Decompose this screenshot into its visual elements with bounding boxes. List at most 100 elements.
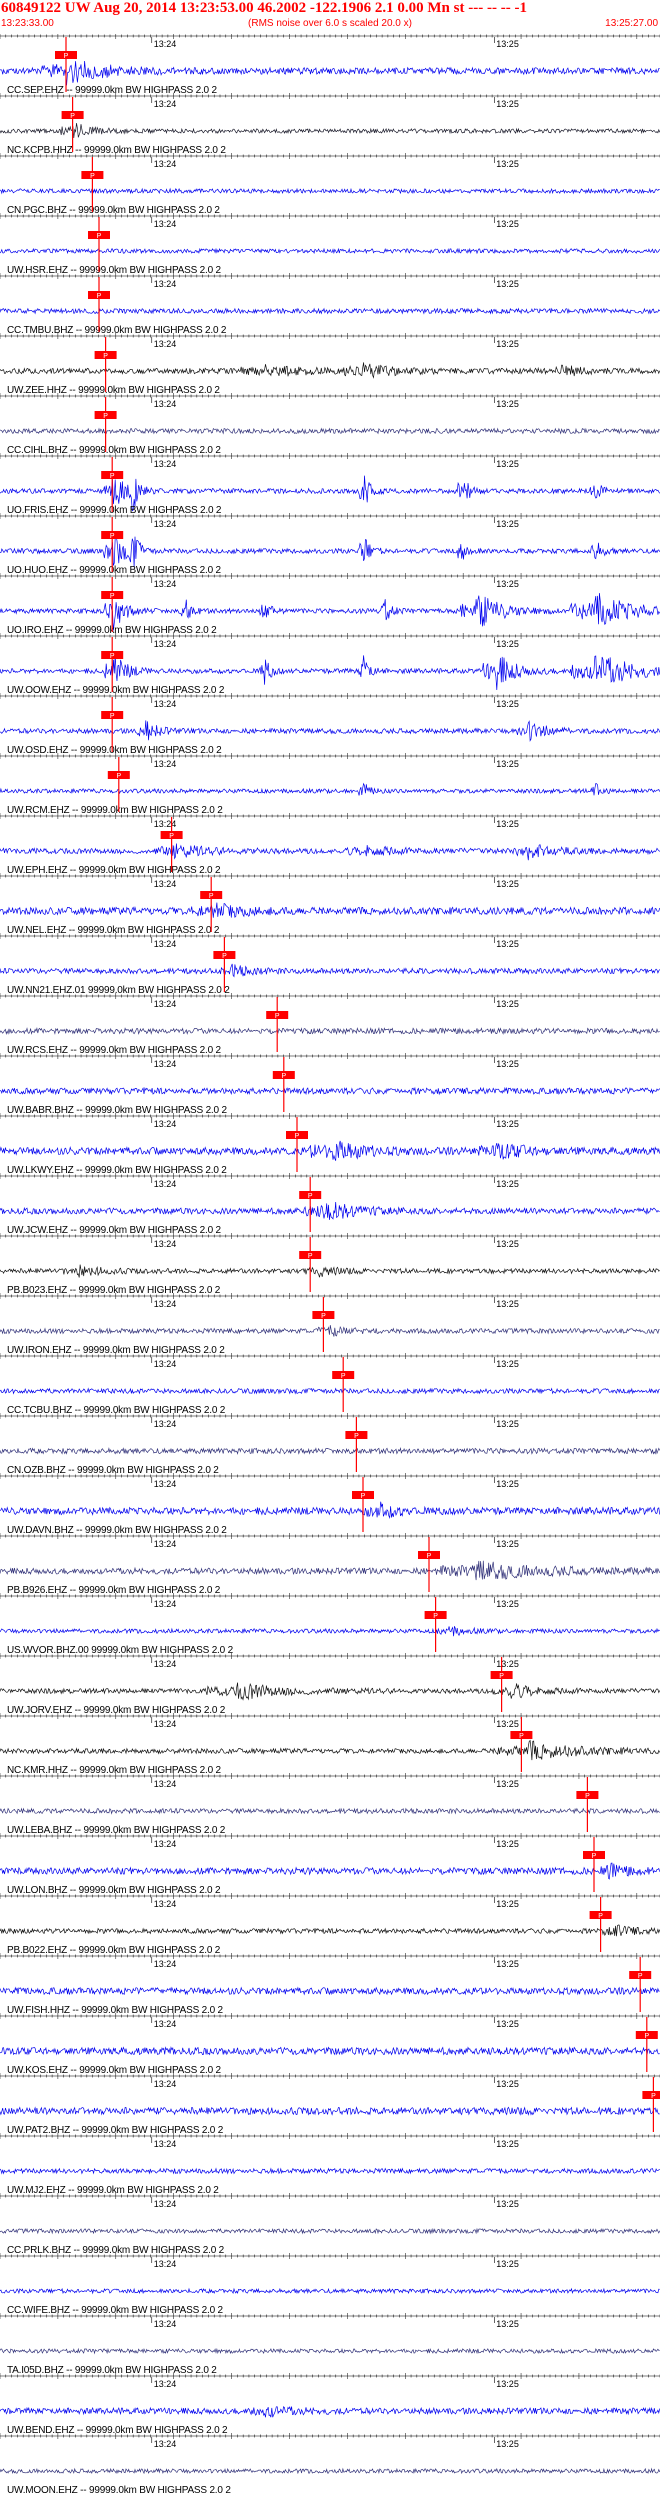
pick-label: P — [427, 1553, 432, 1560]
channel-label: PB.B023.EHZ -- 99999.0km BW HIGHPASS 2.0… — [7, 1285, 221, 1296]
minute-tick-label: 13:25 — [496, 39, 519, 49]
channel-label: UO.FRIS.EHZ -- 99999.0km BW HIGHPASS 2.0… — [7, 505, 222, 516]
channel-label: UW.ZEE.HHZ -- 99999.0km BW HIGHPASS 2.0 … — [7, 385, 220, 396]
pick-label: P — [519, 1733, 524, 1740]
waveform — [0, 1986, 660, 1996]
waveform — [0, 1924, 660, 1937]
trace-row: 13:24 13:25 CC.TMBU.BHZ -- 99999.0km BW HI… — [0, 273, 660, 336]
waveform — [0, 782, 660, 796]
minute-tick-label: 13:24 — [154, 2319, 177, 2329]
trace-row: 13:24 13:25 UW.ZEE.HHZ -- 99999.0km BW HIG… — [0, 333, 660, 396]
waveform — [0, 1140, 660, 1161]
channel-label: UW.IRON.EHZ -- 99999.0km BW HIGHPASS 2.0… — [7, 1345, 225, 1356]
minute-tick-label: 13:24 — [154, 399, 177, 409]
minute-tick-label: 13:24 — [154, 1659, 177, 1669]
trace-row: 13:24 13:25 TA.I05D.BHZ -- 99999.0km BW HI… — [0, 2313, 660, 2376]
trace-row: 13:24 13:25 UO.FRIS.EHZ -- 99999.0km BW HI… — [0, 453, 660, 516]
channel-label: UW.OSD.EHZ -- 99999.0km BW HIGHPASS 2.0 … — [7, 745, 222, 756]
minute-tick-label: 13:25 — [496, 339, 519, 349]
minute-tick-label: 13:25 — [496, 1659, 519, 1669]
pick-label: P — [97, 233, 102, 240]
minute-tick-label: 13:24 — [154, 1239, 177, 1249]
trace-row: 13:24 13:25 UW.LON.BHZ -- 99999.0km BW HIG… — [0, 1833, 660, 1896]
trace-row: 13:24 13:25 NC.KMR.HHZ -- 99999.0km BW HIG… — [0, 1713, 660, 1776]
trace-row: 13:24 13:25CC.PRLK.BHZ -- 99999.0km BW HI… — [0, 2193, 660, 2256]
minute-tick-label: 13:24 — [154, 519, 177, 529]
minute-tick-label: 13:25 — [496, 1059, 519, 1069]
minute-tick-label: 13:25 — [496, 1179, 519, 1189]
waveform — [0, 2167, 660, 2175]
trace-row: 13:24 13:25 UW.NN21.EHZ.01 99999.0km BW HI… — [0, 933, 660, 996]
waveform — [0, 1086, 660, 1096]
channel-label: UW.JORV.EHZ -- 99999.0km BW HIGHPASS 2.0… — [7, 1705, 226, 1716]
waveform — [0, 1560, 660, 1581]
pick-label: P — [638, 1973, 643, 1980]
waveform — [0, 1325, 660, 1337]
trace-row: 13:24 13:25 UW.EPH.EHZ -- 99999.0km BW HIG… — [0, 813, 660, 876]
channel-label: TA.I05D.BHZ -- 99999.0km BW HIGHPASS 2.0… — [7, 2365, 217, 2376]
minute-tick-label: 13:24 — [154, 639, 177, 649]
pick-label: P — [110, 533, 115, 540]
pick-label: P — [341, 1373, 346, 1380]
minute-tick-label: 13:25 — [496, 1239, 519, 1249]
minute-tick-label: 13:24 — [154, 999, 177, 1009]
trace-row: 13:24 13:25 PB.B023.EHZ -- 99999.0km BW HI… — [0, 1233, 660, 1296]
channel-label: UW.LON.BHZ -- 99999.0km BW HIGHPASS 2.0 … — [7, 1885, 221, 1896]
pick-label: P — [116, 773, 121, 780]
waveform — [0, 1739, 660, 1761]
minute-tick-label: 13:24 — [154, 219, 177, 229]
minute-tick-label: 13:25 — [496, 1719, 519, 1729]
minute-tick-label: 13:25 — [496, 99, 519, 109]
pick-label: P — [275, 1013, 280, 1020]
minute-tick-label: 13:24 — [154, 39, 177, 49]
minute-tick-label: 13:25 — [496, 1959, 519, 1969]
minute-tick-label: 13:24 — [154, 1419, 177, 1429]
waveform — [0, 1447, 660, 1455]
channel-label: UW.NN21.EHZ.01 99999.0km BW HIGHPASS 2.0… — [7, 985, 230, 996]
channel-label: CN.PGC.BHZ -- 99999.0km BW HIGHPASS 2.0 … — [7, 205, 220, 216]
trace-row: 13:24 13:25 UO.HUO.EHZ -- 99999.0km BW HIG… — [0, 513, 660, 576]
waveform — [0, 2287, 660, 2295]
minute-tick-label: 13:25 — [496, 1839, 519, 1849]
trace-row: 13:24 13:25 UW.PAT2.BHZ -- 99999.0km BW HI… — [0, 2073, 660, 2136]
trace-row: 13:24 13:25 UW.FISH.HHZ -- 99999.0km BW HI… — [0, 1953, 660, 2016]
trace-row: 13:24 13:25 UW.NEL.EHZ -- 99999.0km BW HIG… — [0, 873, 660, 936]
trace-row: 13:24 13:25UW.BEND.EHZ -- 99999.0km BW HI… — [0, 2373, 660, 2436]
channel-label: CC.CIHL.BHZ -- 99999.0km BW HIGHPASS 2.0… — [7, 445, 221, 456]
channel-label: UW.KOS.EHZ -- 99999.0km BW HIGHPASS 2.0 … — [7, 2065, 222, 2076]
channel-label: UW.PAT2.BHZ -- 99999.0km BW HIGHPASS 2.0… — [7, 2125, 224, 2136]
pick-label: P — [598, 1913, 603, 1920]
minute-tick-label: 13:25 — [496, 699, 519, 709]
minute-tick-label: 13:25 — [496, 639, 519, 649]
trace-row: 13:24 13:25 CN.OZB.BHZ -- 99999.0km BW HIG… — [0, 1413, 660, 1476]
trace-row: 13:24 13:25 UW.JCW.EHZ -- 99999.0km BW HIG… — [0, 1173, 660, 1236]
minute-tick-label: 13:25 — [496, 219, 519, 229]
pick-label: P — [97, 293, 102, 300]
channel-label: UW.FISH.HHZ -- 99999.0km BW HIGHPASS 2.0… — [7, 2005, 224, 2016]
minute-tick-label: 13:24 — [154, 1839, 177, 1849]
channel-label: UW.RCM.EHZ -- 99999.0km BW HIGHPASS 2.0 … — [7, 805, 223, 816]
minute-tick-label: 13:25 — [496, 999, 519, 1009]
waveform — [0, 1626, 660, 1637]
end-time: 13:25:27.00 — [605, 18, 658, 29]
minute-tick-label: 13:25 — [496, 1119, 519, 1129]
trace-row: 13:24 13:25 UW.BABR.BHZ -- 99999.0km BW HI… — [0, 1053, 660, 1116]
minute-tick-label: 13:25 — [496, 2139, 519, 2149]
pick-label: P — [281, 1073, 286, 1080]
trace-row: 13:24 13:25 UW.MJ2.EHZ -- 99999.0km BW HIG… — [0, 2133, 660, 2196]
minute-tick-label: 13:24 — [154, 579, 177, 589]
seismogram-plot: 13:24 13:25 CC.SEP.EHZ -- 99999.0km BW HIG… — [0, 34, 660, 2496]
minute-tick-label: 13:24 — [154, 759, 177, 769]
minute-tick-label: 13:24 — [154, 2199, 177, 2209]
channel-label: UW.EPH.EHZ -- 99999.0km BW HIGHPASS 2.0 … — [7, 865, 221, 876]
trace-row: 13:24 13:25 UW.IRON.EHZ -- 99999.0km BW HI… — [0, 1293, 660, 1356]
channel-label: UO.HUO.EHZ -- 99999.0km BW HIGHPASS 2.0 … — [7, 565, 222, 576]
channel-label: UW.BABR.BHZ -- 99999.0km BW HIGHPASS 2.0… — [7, 1105, 227, 1116]
minute-tick-label: 13:24 — [154, 1539, 177, 1549]
minute-tick-label: 13:25 — [496, 939, 519, 949]
trace-row: 13:24 13:25 PB.B926.EHZ -- 99999.0km BW HI… — [0, 1533, 660, 1596]
minute-tick-label: 13:24 — [154, 279, 177, 289]
minute-tick-label: 13:25 — [496, 759, 519, 769]
waveform — [0, 2046, 660, 2056]
minute-tick-label: 13:25 — [496, 1359, 519, 1369]
